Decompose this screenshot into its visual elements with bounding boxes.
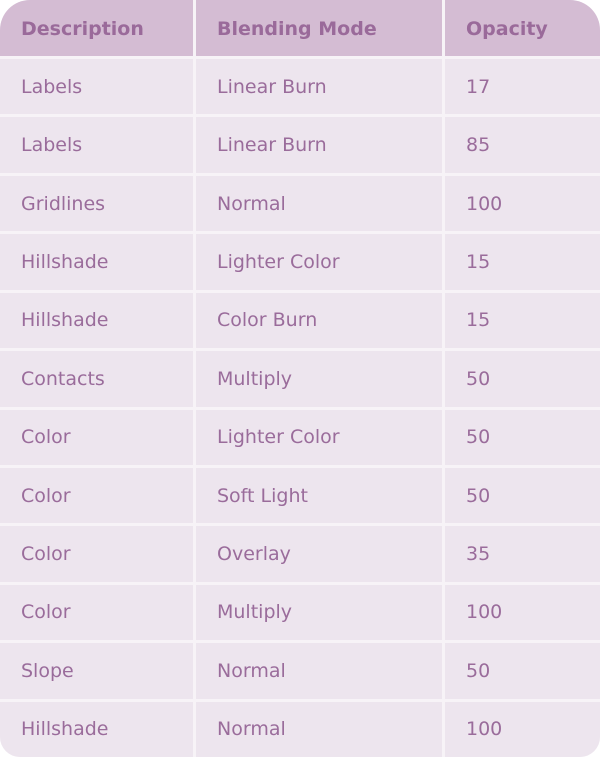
cell-description: Contacts [0, 351, 193, 407]
cell-blending-mode: Soft Light [196, 467, 442, 524]
cell-blending-mode: Normal [196, 643, 442, 699]
cell-blending-mode: Color Burn [196, 292, 442, 349]
cell-blending-mode: Linear Burn [196, 59, 442, 115]
cell-description: Labels [0, 59, 193, 115]
cell-opacity: 100 [445, 584, 600, 641]
cell-blending-mode: Normal [196, 701, 442, 757]
cell-blending-mode: Lighter Color [196, 234, 442, 290]
cell-opacity: 100 [445, 175, 600, 232]
cell-description: Labels [0, 117, 193, 173]
cell-blending-mode: Overlay [196, 526, 442, 582]
cell-opacity: 15 [445, 292, 600, 349]
cell-opacity: 100 [445, 701, 600, 757]
cell-description: Color [0, 526, 193, 582]
cell-opacity: 85 [445, 117, 600, 173]
cell-opacity: 50 [445, 643, 600, 699]
cell-blending-mode: Multiply [196, 584, 442, 641]
cell-opacity: 50 [445, 467, 600, 524]
cell-description: Color [0, 467, 193, 524]
header-blending-mode: Blending Mode [196, 0, 442, 56]
cell-description: Hillshade [0, 234, 193, 290]
cell-blending-mode: Linear Burn [196, 117, 442, 173]
cell-description: Slope [0, 643, 193, 699]
cell-description: Gridlines [0, 175, 193, 232]
cell-opacity: 35 [445, 526, 600, 582]
blending-table: Description Blending Mode Opacity Labels… [0, 0, 600, 757]
header-opacity: Opacity [445, 0, 600, 56]
cell-description: Hillshade [0, 701, 193, 757]
cell-description: Hillshade [0, 292, 193, 349]
cell-opacity: 17 [445, 59, 600, 115]
cell-blending-mode: Lighter Color [196, 409, 442, 465]
cell-opacity: 50 [445, 409, 600, 465]
cell-description: Color [0, 584, 193, 641]
cell-opacity: 15 [445, 234, 600, 290]
cell-opacity: 50 [445, 351, 600, 407]
cell-blending-mode: Normal [196, 175, 442, 232]
cell-description: Color [0, 409, 193, 465]
cell-blending-mode: Multiply [196, 351, 442, 407]
header-description: Description [0, 0, 193, 56]
